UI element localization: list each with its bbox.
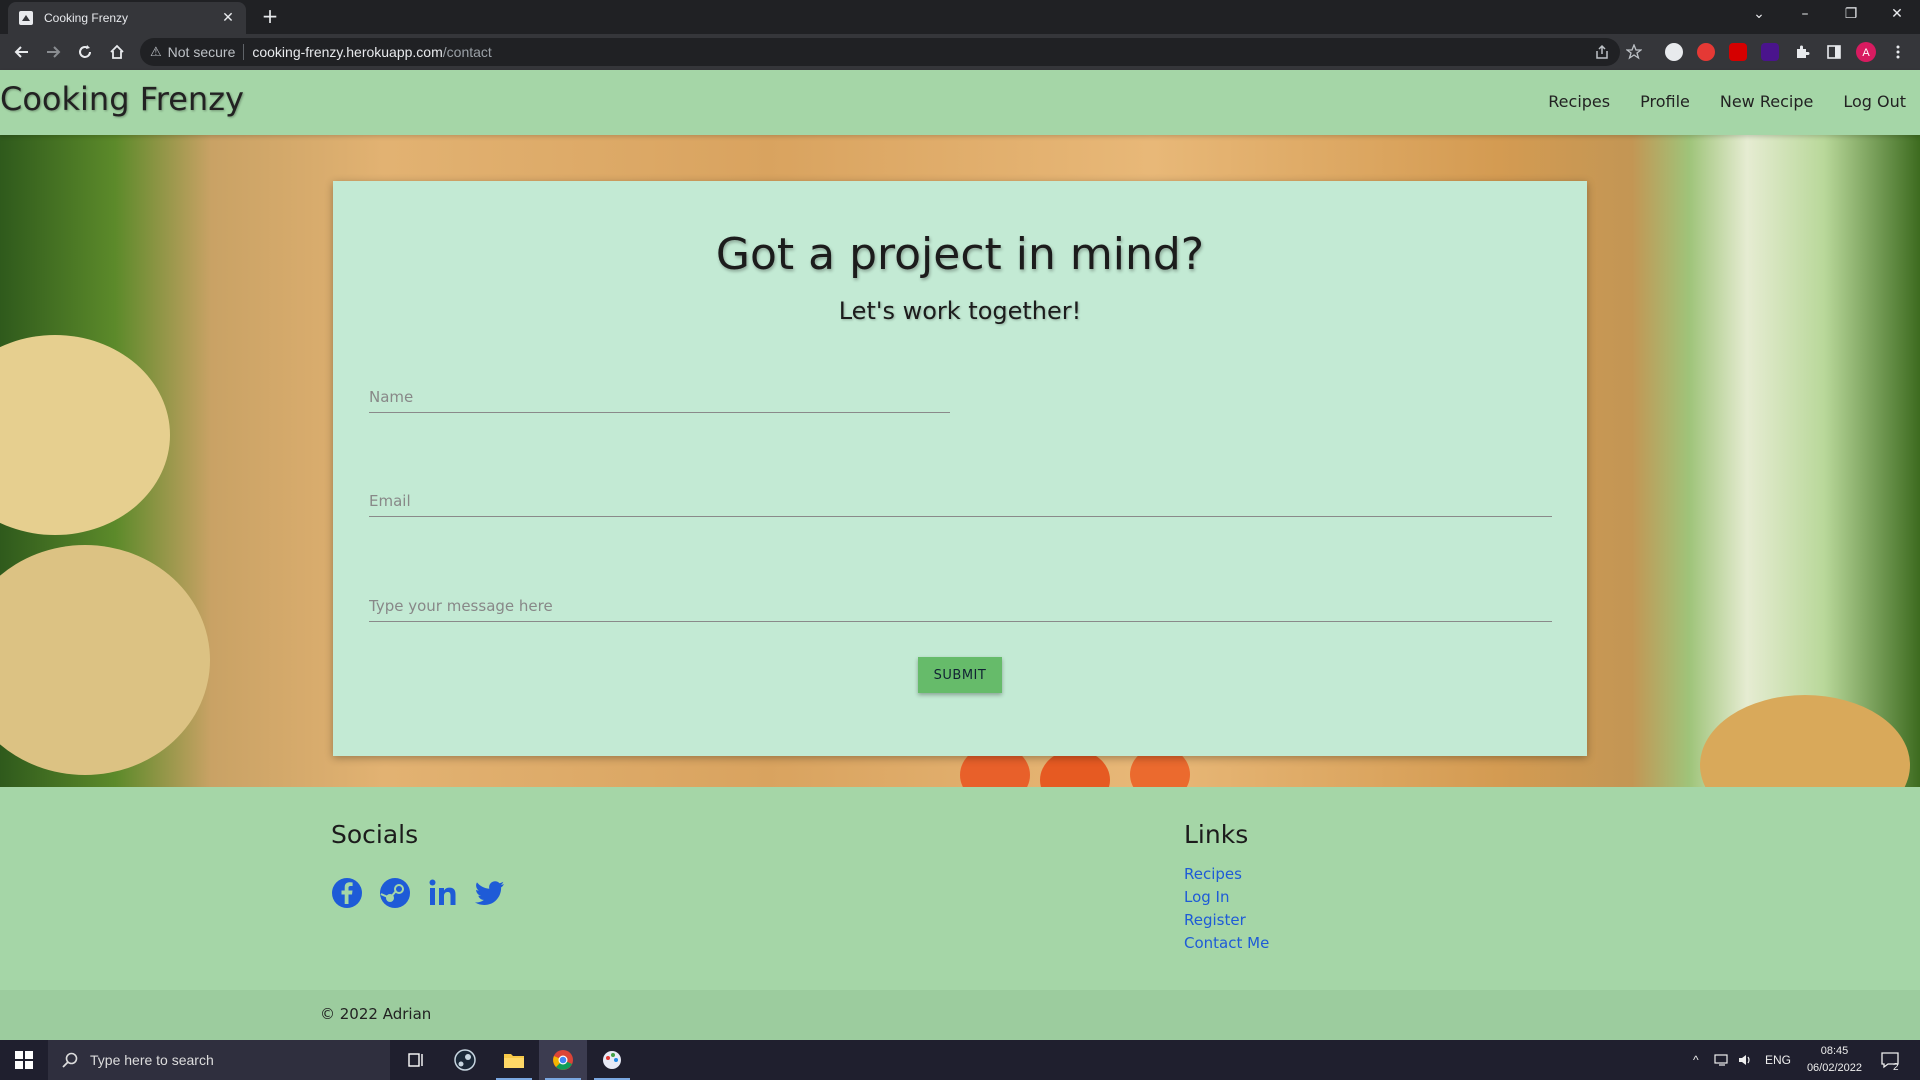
bookmark-star-icon[interactable]	[1622, 40, 1646, 64]
links-heading: Links	[1184, 820, 1249, 849]
new-tab-button[interactable]: +	[258, 5, 282, 29]
clock-date: 06/02/2022	[1806, 1062, 1862, 1074]
email-field[interactable]	[369, 485, 1552, 517]
restore-icon[interactable]: ❐	[1828, 0, 1874, 30]
volume-icon[interactable]	[1738, 1040, 1754, 1080]
file-explorer-icon[interactable]	[490, 1040, 538, 1080]
submit-button[interactable]: SUBMIT	[918, 657, 1002, 693]
svg-text:A: A	[1862, 47, 1870, 59]
contact-title: Got a project in mind?	[715, 229, 1205, 280]
extension-2-icon[interactable]	[1697, 43, 1715, 61]
nav-link-log-out[interactable]: Log Out	[1843, 92, 1906, 111]
extension-3-icon[interactable]	[1729, 43, 1747, 61]
copyright-bar: © 2022 Adrian	[0, 990, 1920, 1040]
site-brand[interactable]: Cooking Frenzy	[0, 80, 244, 118]
security-label[interactable]: Not secure	[168, 44, 236, 60]
url-host: cooking-frenzy.herokuapp.com	[252, 44, 443, 60]
nav-link-new-recipe[interactable]: New Recipe	[1720, 92, 1813, 111]
footer-link-recipes[interactable]: Recipes	[1184, 865, 1269, 884]
paint-app-icon[interactable]	[588, 1040, 636, 1080]
tab-close-icon[interactable]: ✕	[220, 10, 236, 26]
tab-search-icon[interactable]: ⌄	[1736, 0, 1782, 30]
taskbar-search-placeholder: Type here to search	[90, 1052, 214, 1068]
chrome-app-icon[interactable]	[539, 1040, 587, 1080]
footer-link-log-in[interactable]: Log In	[1184, 888, 1269, 907]
socials-heading: Socials	[331, 820, 419, 849]
address-separator	[243, 44, 245, 60]
close-window-icon[interactable]: ✕	[1874, 0, 1920, 30]
contact-card: Got a project in mind? Let's work togeth…	[333, 181, 1587, 756]
url-path: /contact	[442, 44, 492, 60]
nav-link-recipes[interactable]: Recipes	[1548, 92, 1610, 111]
site-favicon-icon	[19, 11, 33, 25]
tab-title: Cooking Frenzy	[44, 11, 129, 25]
language-indicator[interactable]: ENG	[1765, 1040, 1791, 1080]
onion-shape	[1700, 695, 1910, 787]
windows-taskbar: Type here to search ^ ENG 08:45 06/02/20…	[0, 1040, 1920, 1080]
footer-links: Recipes Log In Register Contact Me	[1184, 865, 1269, 953]
footer-link-register[interactable]: Register	[1184, 911, 1269, 930]
reload-icon[interactable]	[73, 40, 97, 64]
back-icon[interactable]	[10, 40, 34, 64]
potato-shape	[0, 335, 170, 535]
facebook-icon[interactable]	[331, 877, 363, 909]
name-field[interactable]	[369, 381, 950, 413]
extension-4-icon[interactable]	[1761, 43, 1779, 61]
taskbar-clock[interactable]: 08:45 06/02/2022	[1807, 1043, 1862, 1077]
clock-time: 08:45	[1820, 1045, 1849, 1057]
steam-app-icon[interactable]	[441, 1040, 489, 1080]
browser-tab[interactable]: Cooking Frenzy ✕	[8, 2, 246, 34]
warning-icon[interactable]: ⚠	[150, 44, 162, 60]
extension-1-icon[interactable]	[1665, 43, 1683, 61]
browser-toolbar: ⚠ Not secure cooking-frenzy.herokuapp.co…	[0, 34, 1920, 70]
notifications-icon[interactable]: 2	[1880, 1040, 1900, 1080]
profile-avatar-icon[interactable]: A	[1854, 40, 1878, 64]
task-view-icon[interactable]	[392, 1040, 440, 1080]
potato-shape-2	[0, 545, 210, 775]
nav-link-profile[interactable]: Profile	[1640, 92, 1690, 111]
share-icon[interactable]	[1590, 40, 1614, 64]
message-field[interactable]	[369, 590, 1552, 622]
search-icon	[62, 1052, 78, 1068]
site-navbar: Cooking Frenzy Recipes Profile New Recip…	[0, 70, 1920, 135]
copyright-text: © 2022 Adrian	[320, 1005, 432, 1023]
hero-background: Got a project in mind? Let's work togeth…	[0, 135, 1920, 787]
steam-icon[interactable]	[379, 877, 411, 909]
contact-subtitle: Let's work together!	[838, 297, 1082, 325]
nav-links: Recipes Profile New Recipe Log Out	[1548, 92, 1906, 111]
site-footer: Socials Links Recipes Log In Register Co…	[0, 787, 1920, 990]
home-icon[interactable]	[105, 40, 129, 64]
side-panel-icon[interactable]	[1822, 40, 1846, 64]
tray-chevron-icon[interactable]: ^	[1693, 1040, 1699, 1080]
minimize-icon[interactable]: –	[1782, 0, 1828, 30]
browser-menu-icon[interactable]	[1886, 40, 1910, 64]
linkedin-icon[interactable]	[427, 877, 459, 909]
address-bar[interactable]: ⚠ Not secure cooking-frenzy.herokuapp.co…	[140, 38, 1620, 66]
browser-tabstrip: Cooking Frenzy ✕ + ⌄ – ❐ ✕	[0, 0, 1920, 34]
network-icon[interactable]	[1714, 1040, 1730, 1080]
twitter-icon[interactable]	[474, 877, 506, 909]
notification-count: 2	[1893, 1062, 1899, 1073]
forward-icon[interactable]	[41, 40, 65, 64]
footer-link-contact-me[interactable]: Contact Me	[1184, 934, 1269, 953]
taskbar-search-box[interactable]: Type here to search	[48, 1040, 390, 1080]
extensions-puzzle-icon[interactable]	[1790, 40, 1814, 64]
windows-start-icon[interactable]	[0, 1040, 48, 1080]
